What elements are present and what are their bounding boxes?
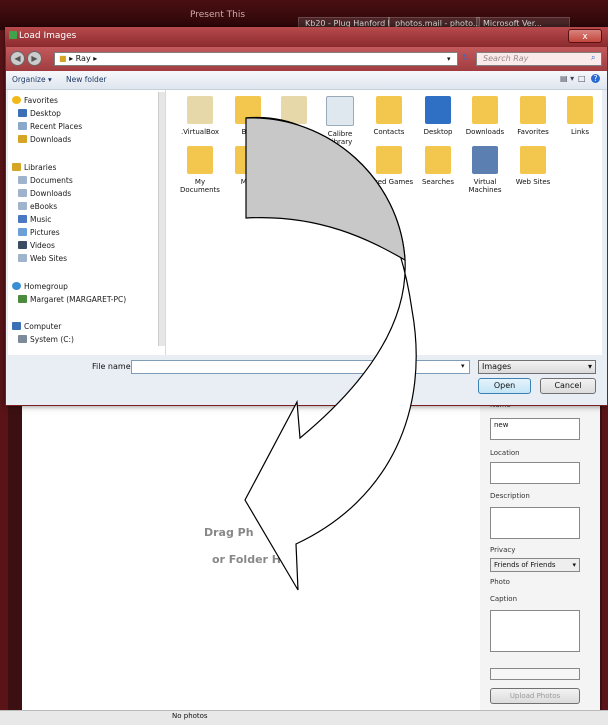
curved-arrow-annotation [244, 116, 417, 591]
